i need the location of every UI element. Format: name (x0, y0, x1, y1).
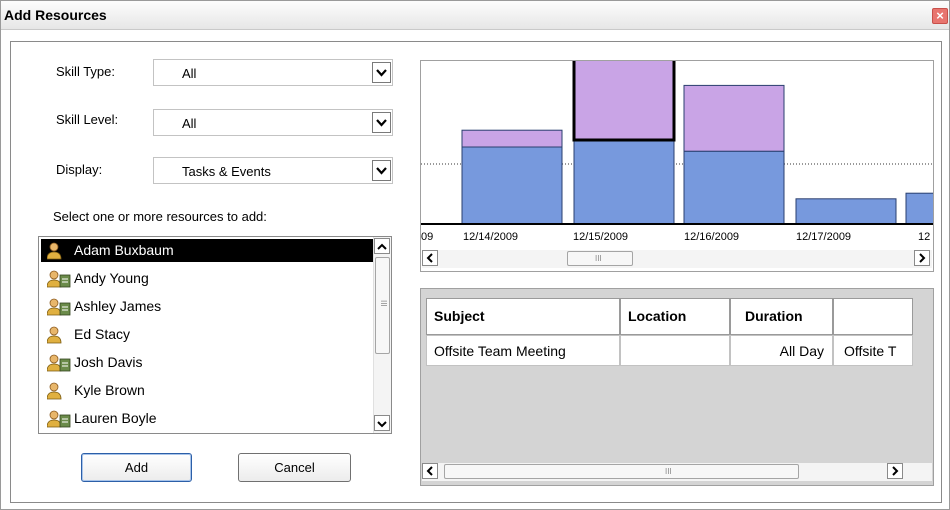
chart-bar-booked[interactable] (795, 198, 897, 225)
skill-level-value: All (182, 116, 197, 131)
scroll-right-button[interactable] (914, 250, 930, 266)
chart-tick-label: 12 (918, 231, 931, 243)
list-scrollbar[interactable]: III (373, 237, 391, 433)
resource-list[interactable]: Adam Buxbaum Andy Young Ashley James Ed Sta… (38, 236, 392, 434)
list-item-label: Kyle Brown (74, 382, 145, 398)
chevron-down-icon (377, 421, 387, 428)
chart-bar-booked[interactable] (683, 150, 785, 225)
list-item[interactable]: Andy Young (41, 267, 374, 290)
chart-tick-label: 12/17/2009 (796, 231, 852, 243)
display-select[interactable]: Tasks & Events (153, 157, 393, 184)
list-item[interactable]: Ashley James (41, 295, 374, 318)
chart-bar-events[interactable] (572, 61, 676, 142)
skill-level-select[interactable]: All (153, 109, 393, 136)
scroll-grip: III (595, 254, 602, 263)
availability-chart: 09 12/14/2009 12/15/2009 12/16/2009 12/17/20… (420, 60, 934, 272)
display-value: Tasks & Events (182, 164, 271, 179)
list-item-label: Adam Buxbaum (74, 242, 174, 258)
list-item[interactable]: Josh Davis (41, 351, 374, 374)
chart-bar-events[interactable] (461, 129, 563, 148)
list-item-label: Ed Stacy (74, 326, 131, 342)
person-card-icon (46, 270, 71, 288)
chevron-down-icon[interactable] (372, 112, 391, 133)
scroll-left-button[interactable] (422, 250, 438, 266)
scroll-left-button[interactable] (422, 463, 438, 479)
chevron-left-icon (426, 466, 433, 476)
chart-scroll-thumb[interactable]: III (567, 251, 633, 266)
person-card-icon (46, 354, 71, 372)
list-item-label: Josh Davis (74, 354, 143, 370)
add-resources-dialog: Add Resources × Skill Type: All Skill Le… (0, 0, 950, 510)
chart-tick-label: 12/14/2009 (463, 231, 519, 243)
close-button[interactable]: × (932, 8, 948, 24)
chevron-down-icon[interactable] (372, 160, 391, 181)
cell-location[interactable] (620, 335, 730, 366)
chart-bar-booked[interactable] (573, 139, 675, 225)
chevron-down-icon[interactable] (372, 62, 391, 83)
chart-tick-label: 09 (421, 231, 434, 243)
skill-type-label: Skill Type: (56, 64, 116, 79)
chart-bar-events[interactable] (683, 84, 785, 152)
chart-scrollbar[interactable]: III (422, 250, 932, 268)
cell-duration[interactable]: All Day (730, 335, 833, 366)
scroll-up-button[interactable] (374, 238, 390, 254)
scroll-grip: III (379, 300, 388, 307)
grid-scroll-thumb[interactable]: III (444, 464, 799, 479)
list-item-label: Lauren Boyle (74, 410, 157, 426)
column-header-subject[interactable]: Subject (426, 298, 620, 335)
person-card-icon (46, 298, 71, 316)
person-icon (46, 242, 71, 260)
close-icon: × (936, 8, 944, 23)
chart-bar-booked[interactable] (461, 146, 563, 225)
scroll-right-button[interactable] (887, 463, 903, 479)
scroll-grip: III (665, 467, 672, 476)
cancel-button[interactable]: Cancel (238, 453, 351, 482)
chart-bar-booked[interactable] (905, 192, 934, 225)
events-grid: Subject Location Duration Offsite Team M… (420, 288, 934, 486)
title-bar: Add Resources × (1, 1, 949, 30)
scroll-down-button[interactable] (374, 415, 390, 431)
list-item[interactable]: Ed Stacy (41, 323, 374, 346)
cell-subject[interactable]: Offsite Team Meeting (426, 335, 620, 366)
chevron-up-icon (377, 243, 387, 250)
add-button[interactable]: Add (81, 453, 192, 482)
display-label: Display: (56, 162, 103, 177)
resources-prompt: Select one or more resources to add: (53, 209, 267, 224)
person-card-icon (46, 410, 71, 428)
grid-scrollbar[interactable]: III (422, 463, 932, 481)
chevron-right-icon (892, 466, 899, 476)
chart-tick-label: 12/15/2009 (573, 231, 629, 243)
skill-level-label: Skill Level: (56, 112, 119, 127)
chevron-left-icon (426, 253, 433, 263)
column-header-duration[interactable]: Duration (730, 298, 833, 335)
skill-type-select[interactable]: All (153, 59, 393, 86)
chart-canvas (421, 61, 934, 225)
list-item[interactable]: Adam Buxbaum (41, 239, 374, 262)
person-icon (46, 326, 71, 344)
skill-type-value: All (182, 66, 197, 81)
dialog-title: Add Resources (4, 7, 107, 23)
column-header-location[interactable]: Location (620, 298, 730, 335)
list-item[interactable]: Kyle Brown (41, 379, 374, 402)
list-scroll-thumb[interactable]: III (375, 257, 390, 354)
cell-extra[interactable]: Offsite T (833, 335, 913, 366)
list-item[interactable]: Lauren Boyle (41, 407, 374, 430)
column-header-extra[interactable] (833, 298, 913, 335)
person-icon (46, 382, 71, 400)
chart-tick-label: 12/16/2009 (684, 231, 740, 243)
chevron-right-icon (919, 253, 926, 263)
list-item-label: Andy Young (74, 270, 149, 286)
list-item-label: Ashley James (74, 298, 162, 314)
